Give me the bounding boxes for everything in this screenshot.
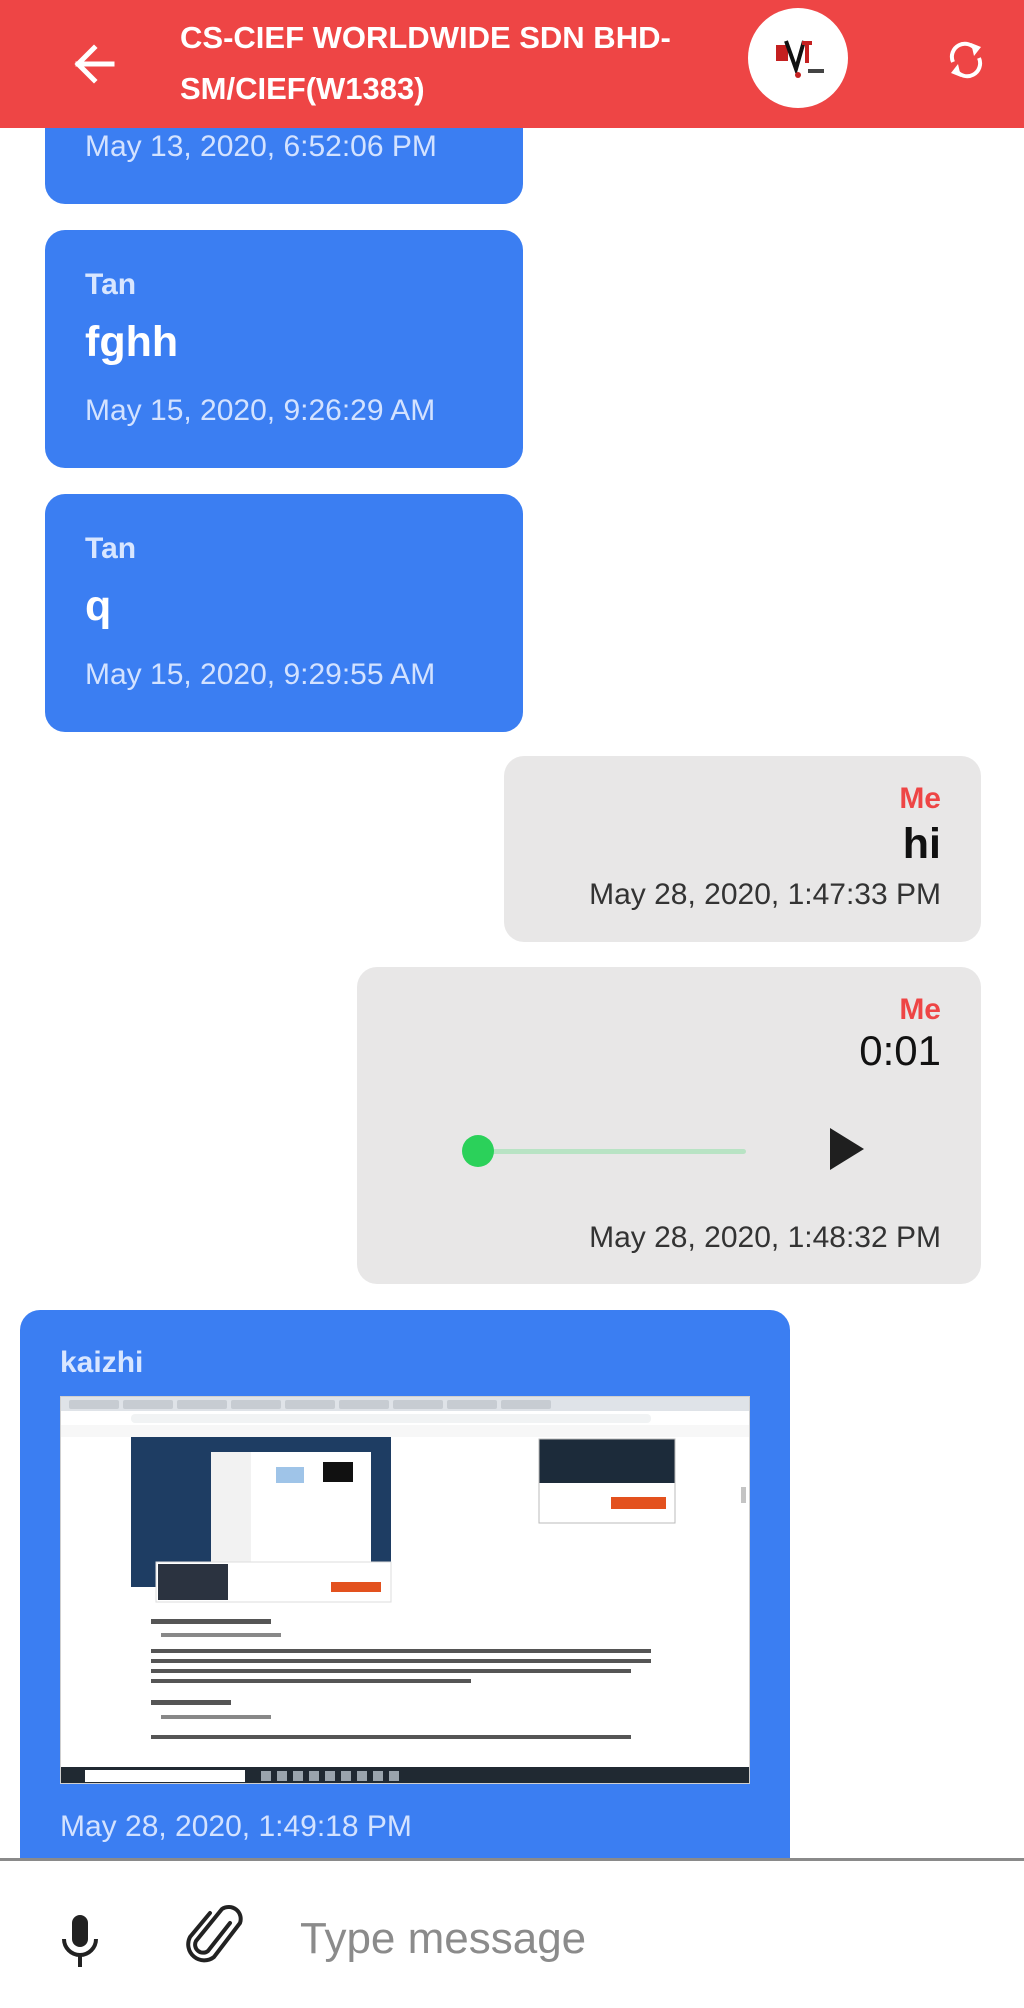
screenshot-image[interactable] (60, 1396, 750, 1784)
audio-progress-thumb[interactable] (462, 1135, 494, 1167)
message-sender: Me (899, 782, 941, 815)
message-sender: Tan (85, 532, 137, 565)
message-timestamp: May 28, 2020, 1:47:33 PM (589, 878, 941, 911)
message-sender: Tan (85, 268, 137, 301)
refresh-icon[interactable] (938, 32, 994, 88)
microphone-icon[interactable] (56, 1911, 104, 1971)
chat-area[interactable]: May 13, 2020, 6:52:06 PM Tan fghh May 15… (0, 0, 1024, 1858)
paperclip-icon[interactable] (186, 1901, 248, 1969)
message-text: fghh (85, 318, 179, 366)
message-timestamp: May 15, 2020, 9:26:29 AM (85, 394, 436, 427)
message-timestamp: May 28, 2020, 1:49:18 PM (60, 1810, 412, 1843)
app-header: CS-CIEF WORLDWIDE SDN BHD-SM/CIEF(W1383) (0, 0, 1024, 128)
message-sender: Me (899, 993, 941, 1026)
message-sender: kaizhi (60, 1346, 144, 1379)
message-timestamp: May 28, 2020, 1:48:32 PM (589, 1221, 941, 1254)
message-input[interactable] (300, 1901, 980, 1977)
message-timestamp: May 13, 2020, 6:52:06 PM (85, 130, 437, 163)
arrow-left-icon[interactable] (62, 32, 126, 96)
message-bubble[interactable]: Tan q May 15, 2020, 9:29:55 AM (45, 494, 523, 732)
audio-duration: 0:01 (859, 1027, 941, 1074)
audio-progress-track[interactable] (478, 1149, 746, 1154)
audio-message-bubble[interactable]: Me 0:01 May 28, 2020, 1:48:32 PM (357, 967, 981, 1284)
message-bubble[interactable]: Tan fghh May 15, 2020, 9:26:29 AM (45, 230, 523, 468)
message-text: q (85, 582, 112, 630)
message-text: hi (902, 820, 941, 868)
play-icon[interactable] (826, 1126, 866, 1172)
message-composer (0, 1858, 1024, 2008)
message-timestamp: May 15, 2020, 9:29:55 AM (85, 658, 436, 691)
chat-title: CS-CIEF WORLDWIDE SDN BHD-SM/CIEF(W1383) (180, 20, 671, 106)
message-bubble[interactable]: Me hi May 28, 2020, 1:47:33 PM (504, 756, 981, 942)
company-logo[interactable] (748, 8, 848, 108)
